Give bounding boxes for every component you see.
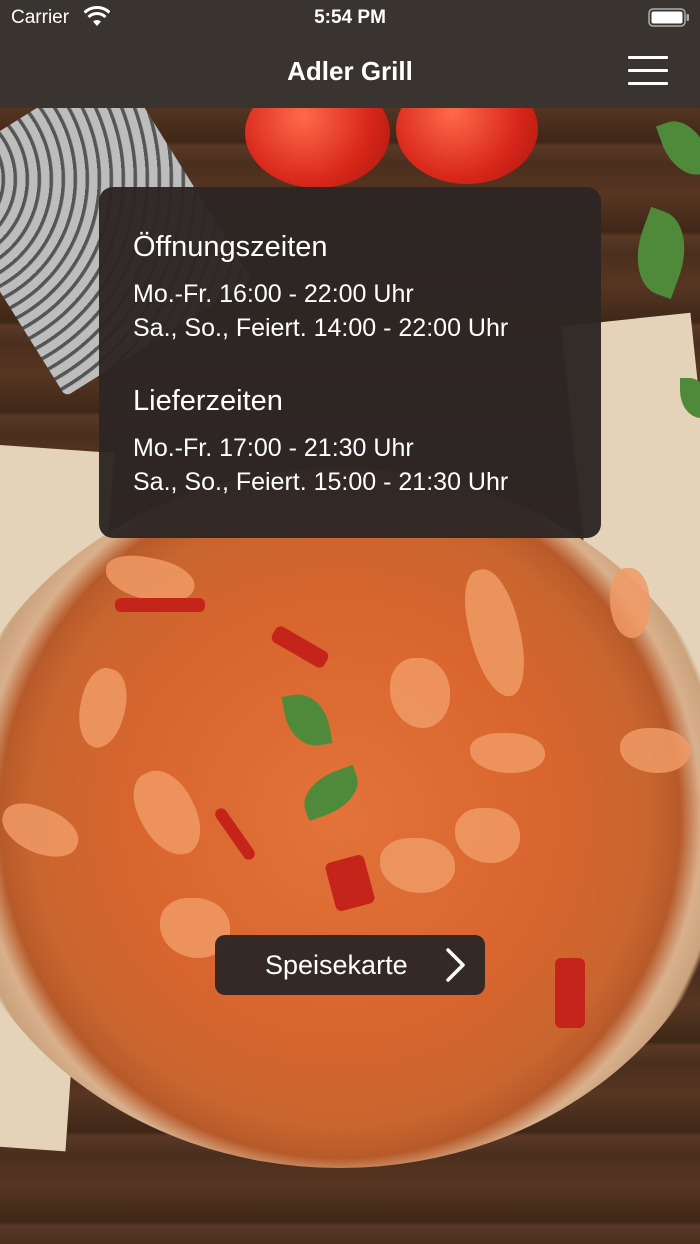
- navigation-bar: Carrier 5:54 PM Adler Grill: [0, 0, 700, 108]
- page-title: Adler Grill: [287, 56, 413, 86]
- opening-hours-heading: Öffnungszeiten: [133, 231, 328, 263]
- hamburger-menu-icon[interactable]: [628, 55, 670, 87]
- pepper-topping: [555, 958, 585, 1028]
- hours-card: Öffnungszeiten Mo.-Fr. 16:00 - 22:00 Uhr…: [99, 187, 601, 538]
- menu-button[interactable]: Speisekarte: [215, 935, 485, 995]
- chicken-topping: [610, 568, 650, 638]
- tomato-image: [245, 108, 390, 188]
- chevron-right-icon: [446, 948, 465, 982]
- delivery-hours-line: Mo.-Fr. 17:00 - 21:30 Uhr: [133, 434, 414, 462]
- basil-leaf-image: [655, 112, 700, 184]
- menu-button-label: Speisekarte: [265, 950, 408, 980]
- clock: 5:54 PM: [314, 7, 386, 28]
- delivery-hours-line: Sa., So., Feiert. 15:00 - 21:30 Uhr: [133, 468, 509, 496]
- tomato-image: [396, 108, 538, 184]
- opening-hours-line: Mo.-Fr. 16:00 - 22:00 Uhr: [133, 280, 414, 308]
- opening-hours-line: Sa., So., Feiert. 14:00 - 22:00 Uhr: [133, 314, 509, 342]
- pepper-topping: [115, 598, 205, 612]
- battery-icon: [648, 8, 689, 27]
- delivery-hours-heading: Lieferzeiten: [133, 385, 283, 417]
- status-bar: Carrier 5:54 PM: [0, 0, 700, 36]
- basil-leaf-image: [623, 206, 699, 300]
